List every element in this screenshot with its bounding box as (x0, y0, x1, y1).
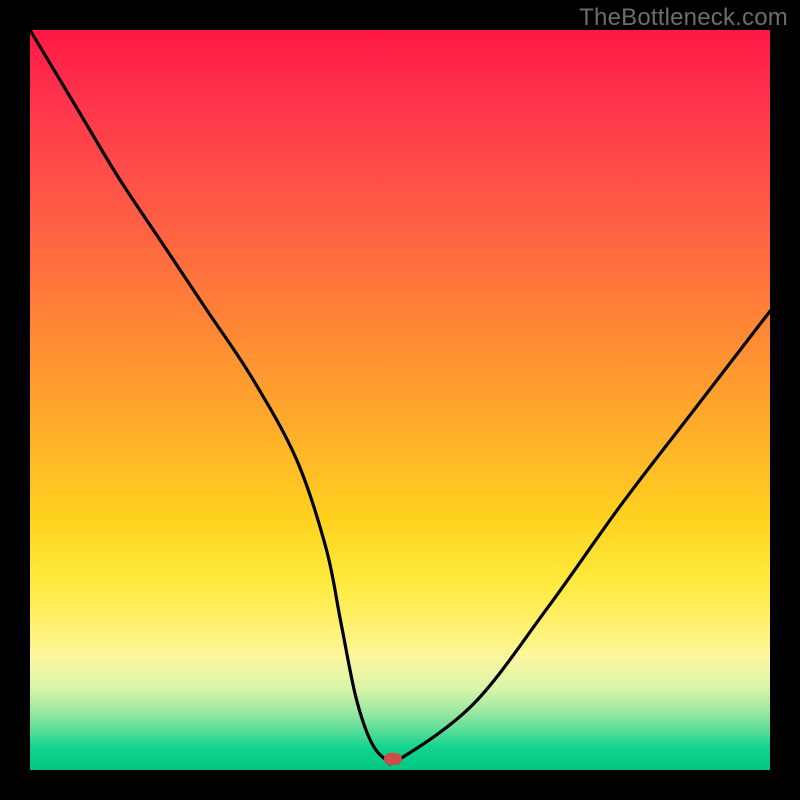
bottleneck-curve (30, 30, 770, 770)
plot-area (30, 30, 770, 770)
watermark-text: TheBottleneck.com (579, 4, 788, 32)
minimum-marker (384, 753, 402, 765)
chart-frame: TheBottleneck.com (0, 0, 800, 800)
